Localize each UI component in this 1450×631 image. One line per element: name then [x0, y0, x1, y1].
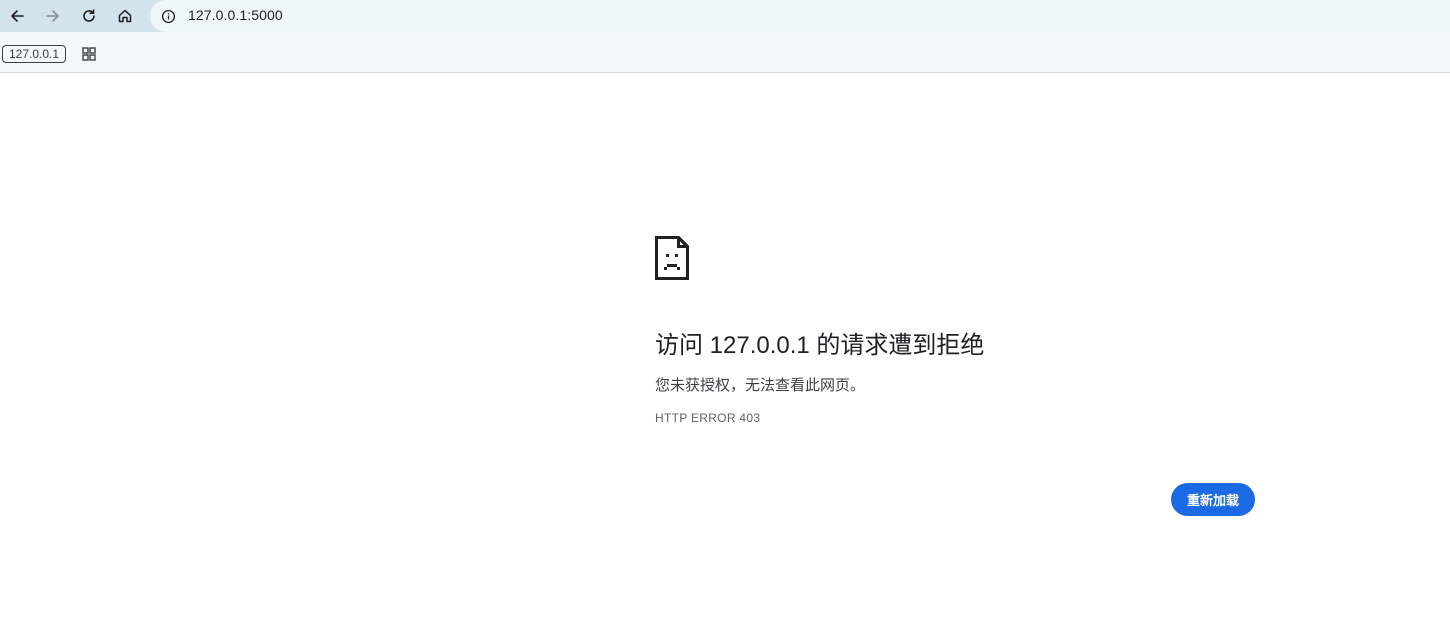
reload-icon	[83, 9, 95, 22]
sad-page-icon	[655, 236, 689, 280]
address-bar[interactable]: 127.0.0.1:5000	[150, 0, 1450, 32]
bookmarks-bar: 127.0.0.1	[0, 32, 1450, 73]
home-button[interactable]	[112, 3, 138, 29]
info-icon	[161, 9, 175, 23]
arrow-left-icon	[11, 10, 24, 22]
reload-page-button[interactable]	[76, 3, 102, 29]
browser-toolbar: 127.0.0.1:5000	[0, 0, 1450, 32]
forward-button[interactable]	[40, 3, 66, 29]
site-info-button[interactable]	[159, 7, 177, 25]
url-text[interactable]: 127.0.0.1:5000	[188, 7, 283, 23]
home-icon	[118, 9, 132, 23]
reload-button[interactable]: 重新加载	[1171, 483, 1255, 516]
error-description: 您未获授权，无法查看此网页。	[655, 377, 866, 394]
back-button[interactable]	[4, 3, 30, 29]
arrow-right-icon	[46, 10, 59, 22]
error-title: 访问 127.0.0.1 的请求遭到拒绝	[655, 332, 985, 359]
error-code: HTTP ERROR 403	[655, 411, 761, 425]
bookmark-chip[interactable]: 127.0.0.1	[2, 45, 67, 63]
apps-grid-icon[interactable]	[82, 47, 96, 61]
